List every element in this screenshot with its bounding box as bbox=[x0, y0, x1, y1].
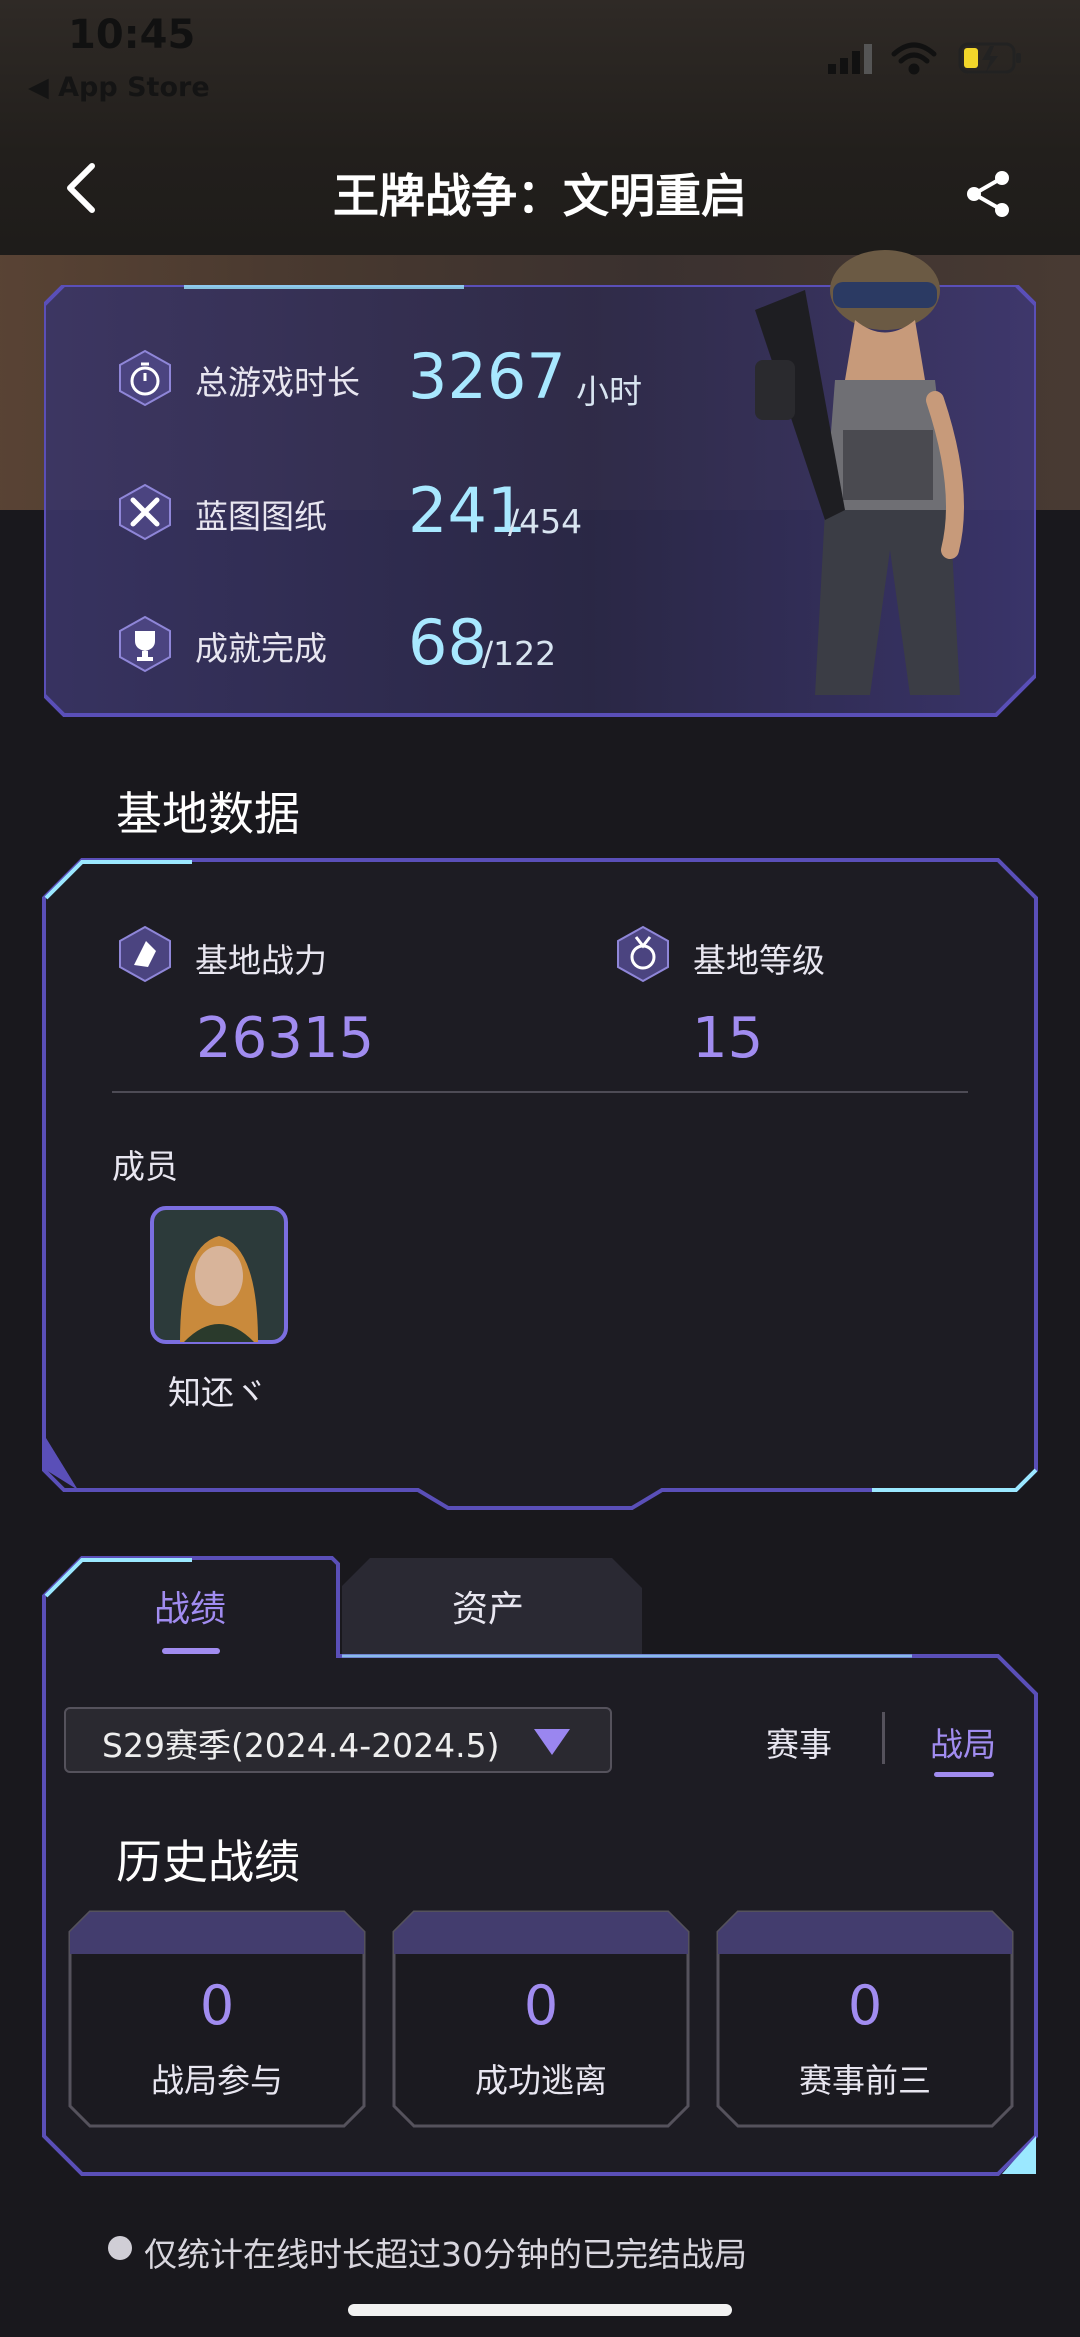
stat-box-value: 0 bbox=[199, 1974, 235, 2037]
base-level-icon bbox=[617, 925, 669, 983]
summary-suffix-achievement: /122 bbox=[482, 634, 557, 673]
filter-divider bbox=[882, 1712, 885, 1764]
summary-label-achievement: 成就完成 bbox=[195, 629, 327, 668]
signal-icon bbox=[828, 44, 872, 74]
base-power-value: 26315 bbox=[196, 1006, 375, 1071]
summary-suffix-blueprint: /454 bbox=[508, 502, 583, 541]
stat-box-value: 0 bbox=[847, 1974, 883, 2037]
summary-suffix-playtime: 小时 bbox=[576, 372, 642, 411]
summary-value-achievement: 68 bbox=[408, 606, 487, 679]
dropdown-triangle-icon bbox=[534, 1729, 570, 1755]
blueprint-icon bbox=[119, 483, 171, 541]
battery-icon bbox=[958, 42, 1021, 74]
filter-option-match[interactable]: 战局 bbox=[930, 1718, 996, 1766]
tab-record-indicator bbox=[162, 1648, 220, 1654]
stopwatch-icon bbox=[119, 349, 171, 407]
status-time: 10:45 bbox=[68, 12, 196, 58]
wifi-icon bbox=[891, 42, 937, 75]
filter-match-indicator bbox=[934, 1772, 994, 1777]
stat-box-value: 0 bbox=[523, 1974, 559, 2037]
share-icon[interactable] bbox=[962, 166, 1018, 222]
base-power-label: 基地战力 bbox=[195, 941, 327, 980]
season-dropdown[interactable]: S29赛季(2024.4-2024.5) bbox=[64, 1707, 612, 1773]
member-name: 知还ヾ bbox=[168, 1373, 267, 1412]
season-dropdown-value: S29赛季(2024.4-2024.5) bbox=[102, 1726, 500, 1765]
trophy-icon bbox=[119, 615, 171, 673]
history-title: 历史战绩 bbox=[116, 1835, 300, 1889]
character-soldier-illustration bbox=[755, 250, 964, 695]
footnote-text: 仅统计在线时长超过30分钟的已完结战局 bbox=[144, 2235, 747, 2274]
back-to-app-store[interactable]: ◀ App Store bbox=[28, 72, 210, 103]
stat-box-label: 战局参与 bbox=[151, 2061, 283, 2100]
summary-label-playtime: 总游戏时长 bbox=[195, 363, 360, 402]
member-avatar[interactable] bbox=[150, 1206, 288, 1344]
base-level-value: 15 bbox=[692, 1006, 764, 1071]
system-status-icons bbox=[828, 42, 1021, 75]
stat-box-label: 成功逃离 bbox=[475, 2061, 607, 2100]
stat-box-label: 赛事前三 bbox=[799, 2061, 931, 2100]
home-indicator[interactable] bbox=[348, 2304, 732, 2316]
summary-label-blueprint: 蓝图图纸 bbox=[195, 497, 327, 536]
bullet-dot bbox=[108, 2236, 132, 2260]
divider bbox=[112, 1091, 968, 1093]
tab-assets[interactable]: 资产 bbox=[452, 1580, 524, 1632]
filter-option-event[interactable]: 赛事 bbox=[766, 1718, 832, 1766]
members-label: 成员 bbox=[112, 1147, 178, 1186]
page-title: 王牌战争：文明重启 bbox=[333, 169, 747, 223]
base-level-label: 基地等级 bbox=[693, 941, 825, 980]
summary-value-playtime: 3267 bbox=[408, 340, 566, 413]
tab-record[interactable]: 战绩 bbox=[154, 1580, 226, 1632]
base-power-icon bbox=[119, 925, 171, 983]
base-section-title: 基地数据 bbox=[116, 787, 300, 841]
